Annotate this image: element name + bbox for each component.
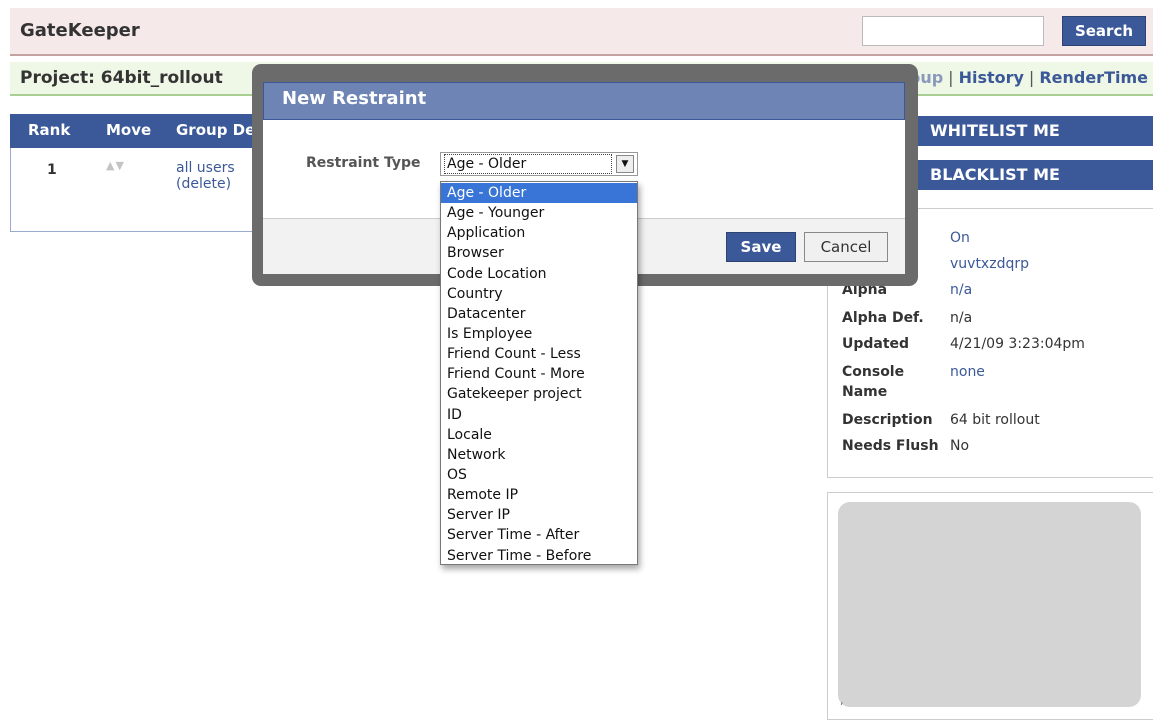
option-server-ip[interactable]: Server IP <box>441 505 637 525</box>
option-code-location[interactable]: Code Location <box>441 264 637 284</box>
info-value-console-name[interactable]: none <box>950 362 985 382</box>
option-age-older[interactable]: Age - Older <box>441 183 637 204</box>
info-value-key[interactable]: vuvtxzdqrp <box>950 256 1029 272</box>
option-is-employee[interactable]: Is Employee <box>441 324 637 344</box>
option-server-time-after[interactable]: Server Time - After <box>441 525 637 545</box>
group-link[interactable]: all users <box>176 160 235 176</box>
info-value-needs-flush: No <box>950 438 970 454</box>
option-country[interactable]: Country <box>441 284 637 304</box>
delete-group-link[interactable]: (delete) <box>176 176 235 192</box>
chevron-down-icon[interactable]: ▼ <box>616 155 634 173</box>
restraint-type-value[interactable]: Age - Older <box>444 154 612 174</box>
search-button[interactable]: Search <box>1062 16 1146 46</box>
table-row-rank: 1 <box>47 162 57 178</box>
option-server-time-before[interactable]: Server Time - Before <box>441 546 637 566</box>
info-value-updated: 4/21/09 3:23:04pm <box>950 336 1085 352</box>
option-friend-count-less[interactable]: Friend Count - Less <box>441 344 637 364</box>
info-value-status[interactable]: On <box>950 230 970 246</box>
column-header-move: Move <box>106 121 152 139</box>
option-friend-count-more[interactable]: Friend Count - More <box>441 364 637 384</box>
restraint-type-label: Restraint Type <box>306 155 421 171</box>
option-network[interactable]: Network <box>441 445 637 465</box>
column-header-group: Group Des <box>176 121 265 139</box>
modal-title: New Restraint <box>282 88 427 109</box>
option-application[interactable]: Application <box>441 223 637 243</box>
info-label-needs-flush: Needs Flush <box>842 438 939 454</box>
table-row-group: all users (delete) <box>176 160 235 192</box>
info-value-alpha-def: n/a <box>950 310 973 326</box>
restraint-type-options: Age - Older Age - Younger Application Br… <box>440 181 638 565</box>
info-label-description: Description <box>842 412 933 428</box>
info-label-alpha-def: Alpha Def. <box>842 310 924 326</box>
option-browser[interactable]: Browser <box>441 243 637 263</box>
app-title: GateKeeper <box>20 20 140 41</box>
info-value-alpha[interactable]: n/a <box>950 282 972 298</box>
move-down-icon[interactable]: ▼ <box>115 159 124 172</box>
option-id[interactable]: ID <box>441 405 637 425</box>
option-remote-ip[interactable]: Remote IP <box>441 485 637 505</box>
history-link[interactable]: History <box>959 68 1024 87</box>
column-header-rank: Rank <box>28 121 71 139</box>
info-value-description: 64 bit rollout <box>950 412 1040 428</box>
placeholder-box <box>838 502 1141 707</box>
move-arrows: ▲▼ <box>106 159 125 172</box>
save-button[interactable]: Save <box>726 232 796 262</box>
option-locale[interactable]: Locale <box>441 425 637 445</box>
bottom-mark: , <box>840 694 844 707</box>
option-datacenter[interactable]: Datacenter <box>441 304 637 324</box>
search-input[interactable] <box>862 16 1044 46</box>
rendertime-link[interactable]: RenderTime <box>1039 68 1148 87</box>
cancel-button[interactable]: Cancel <box>804 232 888 262</box>
info-label-console-name: Console Name <box>842 364 905 400</box>
option-os[interactable]: OS <box>441 465 637 485</box>
blacklist-button[interactable]: BLACKLIST ME <box>916 160 1153 190</box>
info-label-updated: Updated <box>842 336 910 352</box>
project-title: Project: 64bit_rollout <box>20 68 223 88</box>
whitelist-button[interactable]: WHITELIST ME <box>916 116 1153 146</box>
option-gatekeeper-project[interactable]: Gatekeeper project <box>441 384 637 404</box>
option-age-younger[interactable]: Age - Younger <box>441 203 637 223</box>
